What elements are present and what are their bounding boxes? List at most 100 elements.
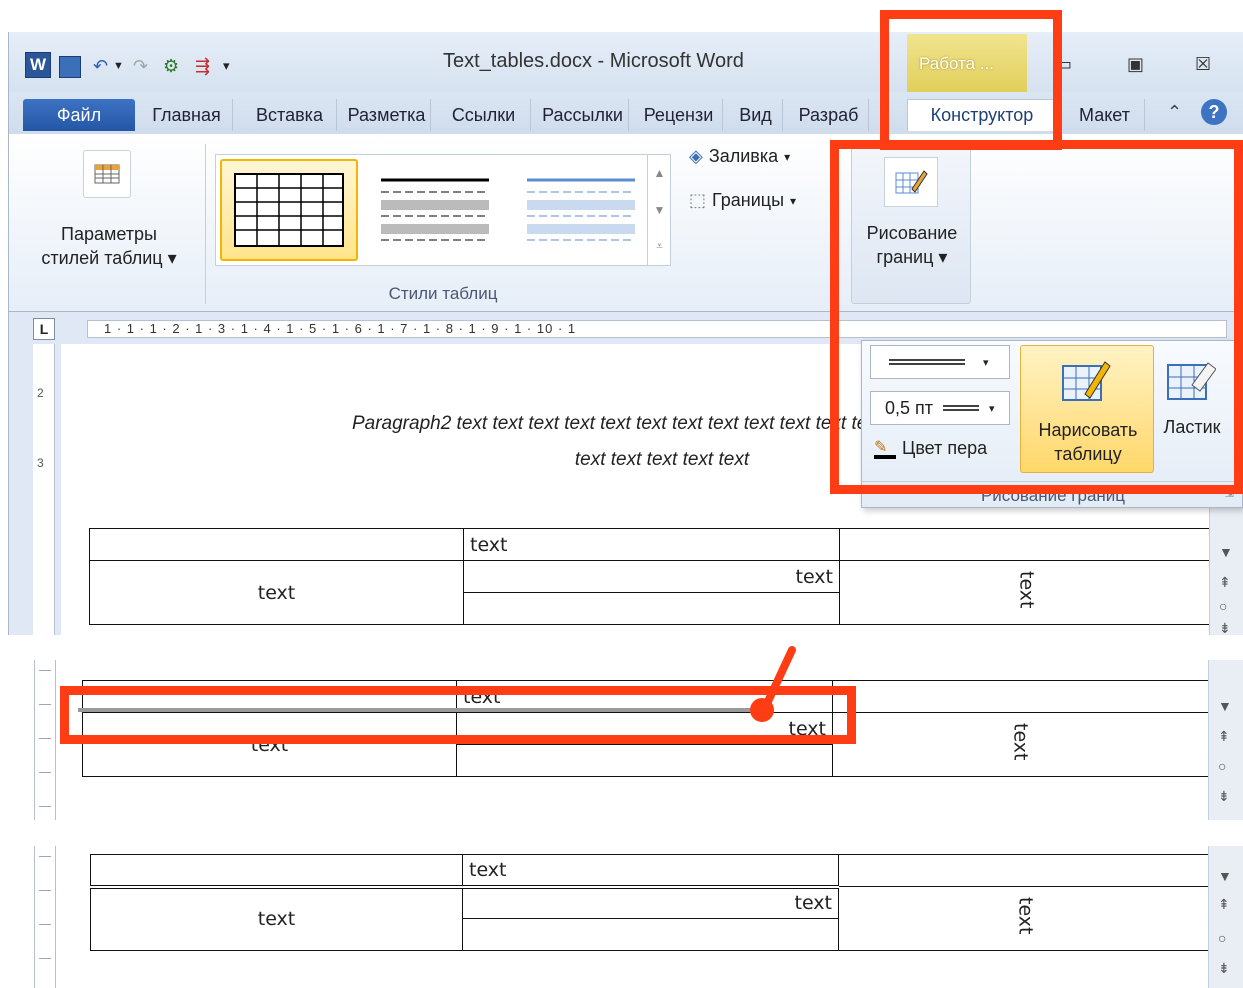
redo-icon[interactable]: ↷ xyxy=(133,54,148,78)
collapse-ribbon-icon[interactable]: ⌃ xyxy=(1167,102,1182,123)
table-cell-vertical[interactable]: text xyxy=(839,560,1214,625)
scroll-down-icon[interactable]: ▼ xyxy=(1218,698,1232,714)
tab-developer[interactable]: Разраб xyxy=(789,99,869,131)
table-cell-merged[interactable]: text xyxy=(82,712,457,777)
table-cell[interactable] xyxy=(456,744,833,777)
tab-view[interactable]: Вид xyxy=(729,99,783,131)
tab-file[interactable]: Файл xyxy=(23,99,135,131)
scroll-down-icon[interactable]: ▼ xyxy=(1219,544,1233,560)
browse-object-icon[interactable]: ○ xyxy=(1218,930,1226,946)
table-cell-merged[interactable]: text xyxy=(89,560,464,625)
word-window: W ↶ ▼ ↷ ⚙ ⇶ ▾ Text_tables.docx - Microso… xyxy=(8,32,1243,635)
table-styles-gallery xyxy=(215,154,671,266)
tab-selector[interactable]: L xyxy=(33,318,55,340)
delete-format-icon[interactable]: ⇶ xyxy=(195,54,210,78)
draw-borders-group-label: Рисование границ xyxy=(862,481,1243,506)
prev-page-icon[interactable]: ⇞ xyxy=(1218,728,1230,745)
prev-page-icon[interactable]: ⇞ xyxy=(1219,574,1231,591)
more-styles-icon[interactable]: ⩡ xyxy=(648,228,671,265)
vertical-ruler[interactable]: 2 3 xyxy=(33,344,55,635)
line-style-select[interactable]: ▾ xyxy=(870,345,1010,379)
scroll-down-icon[interactable]: ▼ xyxy=(648,191,671,228)
next-page-icon[interactable]: ⇟ xyxy=(1219,620,1231,635)
styles-gallery-scroll[interactable]: ▲ ▼ ⩡ xyxy=(647,154,671,266)
structure-icon[interactable]: ⚙ xyxy=(163,54,179,78)
table-styles-group-label: Стили таблиц xyxy=(388,284,498,303)
table-cell[interactable] xyxy=(89,528,464,561)
vertical-scrollbar[interactable]: ▼ ⇞ ○ ⇟ xyxy=(1208,846,1243,988)
window-title: Text_tables.docx - Microsoft Word xyxy=(443,50,744,72)
document-table[interactable]: text text text text xyxy=(90,854,1213,951)
help-icon[interactable]: ? xyxy=(1201,99,1227,125)
next-page-icon[interactable]: ⇟ xyxy=(1218,788,1230,805)
table-cell-merged[interactable]: text xyxy=(90,886,463,951)
restore-button[interactable]: ▣ xyxy=(1127,54,1144,75)
draw-borders-button[interactable]: Рисование границ ▾ xyxy=(851,144,971,304)
line-weight-select[interactable]: 0,5 пт ▾ xyxy=(870,391,1010,425)
scroll-down-icon[interactable]: ▼ xyxy=(1218,868,1232,884)
draw-borders-icon xyxy=(884,157,938,207)
draw-table-label: Нарисовать таблицу xyxy=(1038,420,1138,464)
browse-object-icon[interactable]: ○ xyxy=(1218,758,1226,774)
table-cell[interactable]: text xyxy=(463,560,840,593)
draw-borders-panel: ▾ 0,5 пт ▾ ✎ Цвет пера Нарисовать таблиц… xyxy=(861,340,1243,508)
tab-layout[interactable]: Разметка xyxy=(343,99,431,131)
minimize-button[interactable]: ▭ xyxy=(1055,54,1072,75)
eraser-button[interactable]: Ластик xyxy=(1158,345,1238,473)
chevron-down-icon: ▾ xyxy=(790,193,797,208)
tab-mailings[interactable]: Рассылки xyxy=(537,99,629,131)
tab-constructor[interactable]: Конструктор xyxy=(907,99,1057,131)
table-cell[interactable] xyxy=(463,592,840,625)
close-button[interactable]: ☒ xyxy=(1195,54,1211,75)
pen-color-icon: ✎ xyxy=(874,437,896,459)
table-cell[interactable] xyxy=(832,680,1209,713)
tab-insert[interactable]: Вставка xyxy=(243,99,337,131)
browse-object-icon[interactable]: ○ xyxy=(1219,598,1227,614)
ruler-scale[interactable]: 1 · 1 · 1 · 2 · 1 · 3 · 1 · 4 · 1 · 5 · … xyxy=(87,320,1227,338)
undo-dropdown-icon[interactable]: ▼ xyxy=(113,54,124,78)
borders-button[interactable]: ⬚ Границы ▾ xyxy=(689,190,796,211)
draw-table-icon xyxy=(1057,354,1113,410)
document-table[interactable]: text text text text xyxy=(82,680,1209,777)
dialog-launcher-icon[interactable]: ⇲ xyxy=(1225,487,1234,500)
word-app-icon[interactable]: W xyxy=(25,52,51,78)
paint-bucket-icon: ◈ xyxy=(689,146,703,166)
vruler-mark: 3 xyxy=(37,456,44,470)
scroll-up-icon[interactable]: ▲ xyxy=(648,154,671,191)
tab-review[interactable]: Рецензи xyxy=(635,99,723,131)
table-result-step: text text text text ▼ ⇞ ○ ⇟ xyxy=(8,846,1243,988)
group-separator xyxy=(205,144,206,304)
pen-cursor-indicator xyxy=(750,646,796,722)
table-cell-vertical[interactable]: text xyxy=(832,712,1209,777)
next-page-icon[interactable]: ⇟ xyxy=(1218,960,1230,977)
contextual-tab-group: Работа ... xyxy=(907,34,1027,92)
tab-references[interactable]: Ссылки xyxy=(437,99,531,131)
document-table[interactable]: text text text text xyxy=(89,528,1214,625)
table-cell[interactable]: text xyxy=(462,886,839,919)
pen-color-button[interactable]: ✎ Цвет пера xyxy=(874,437,987,459)
table-cell[interactable] xyxy=(838,854,1213,887)
table-cell[interactable] xyxy=(90,854,463,889)
table-style-blue-shading[interactable] xyxy=(512,159,650,261)
table-cell[interactable] xyxy=(839,528,1214,561)
tab-table-layout[interactable]: Макет xyxy=(1065,99,1145,131)
table-cell[interactable]: text xyxy=(463,528,840,561)
table-cell-vertical[interactable]: text xyxy=(838,886,1213,951)
shading-button[interactable]: ◈ Заливка ▾ xyxy=(689,146,790,167)
eraser-label: Ластик xyxy=(1163,417,1221,437)
eraser-icon xyxy=(1162,353,1218,409)
table-style-light-shading[interactable] xyxy=(366,159,504,261)
table-style-grid[interactable] xyxy=(220,159,358,261)
drawn-line-preview xyxy=(78,708,768,712)
table-cell[interactable]: text xyxy=(462,854,839,889)
vertical-scrollbar[interactable]: ▼ ⇞ ○ ⇟ xyxy=(1208,660,1243,820)
table-cell[interactable] xyxy=(462,918,839,951)
customize-toolbar-icon[interactable]: ▾ xyxy=(223,54,230,78)
tab-home[interactable]: Главная xyxy=(141,99,233,131)
draw-table-button[interactable]: Нарисовать таблицу xyxy=(1020,345,1154,473)
save-icon[interactable] xyxy=(59,56,81,78)
table-style-options-button[interactable]: Параметры стилей таблиц ▾ xyxy=(19,144,199,304)
undo-icon[interactable]: ↶ xyxy=(93,54,108,78)
contextual-tab-group-label: Работа ... xyxy=(919,54,994,73)
prev-page-icon[interactable]: ⇞ xyxy=(1218,896,1230,913)
